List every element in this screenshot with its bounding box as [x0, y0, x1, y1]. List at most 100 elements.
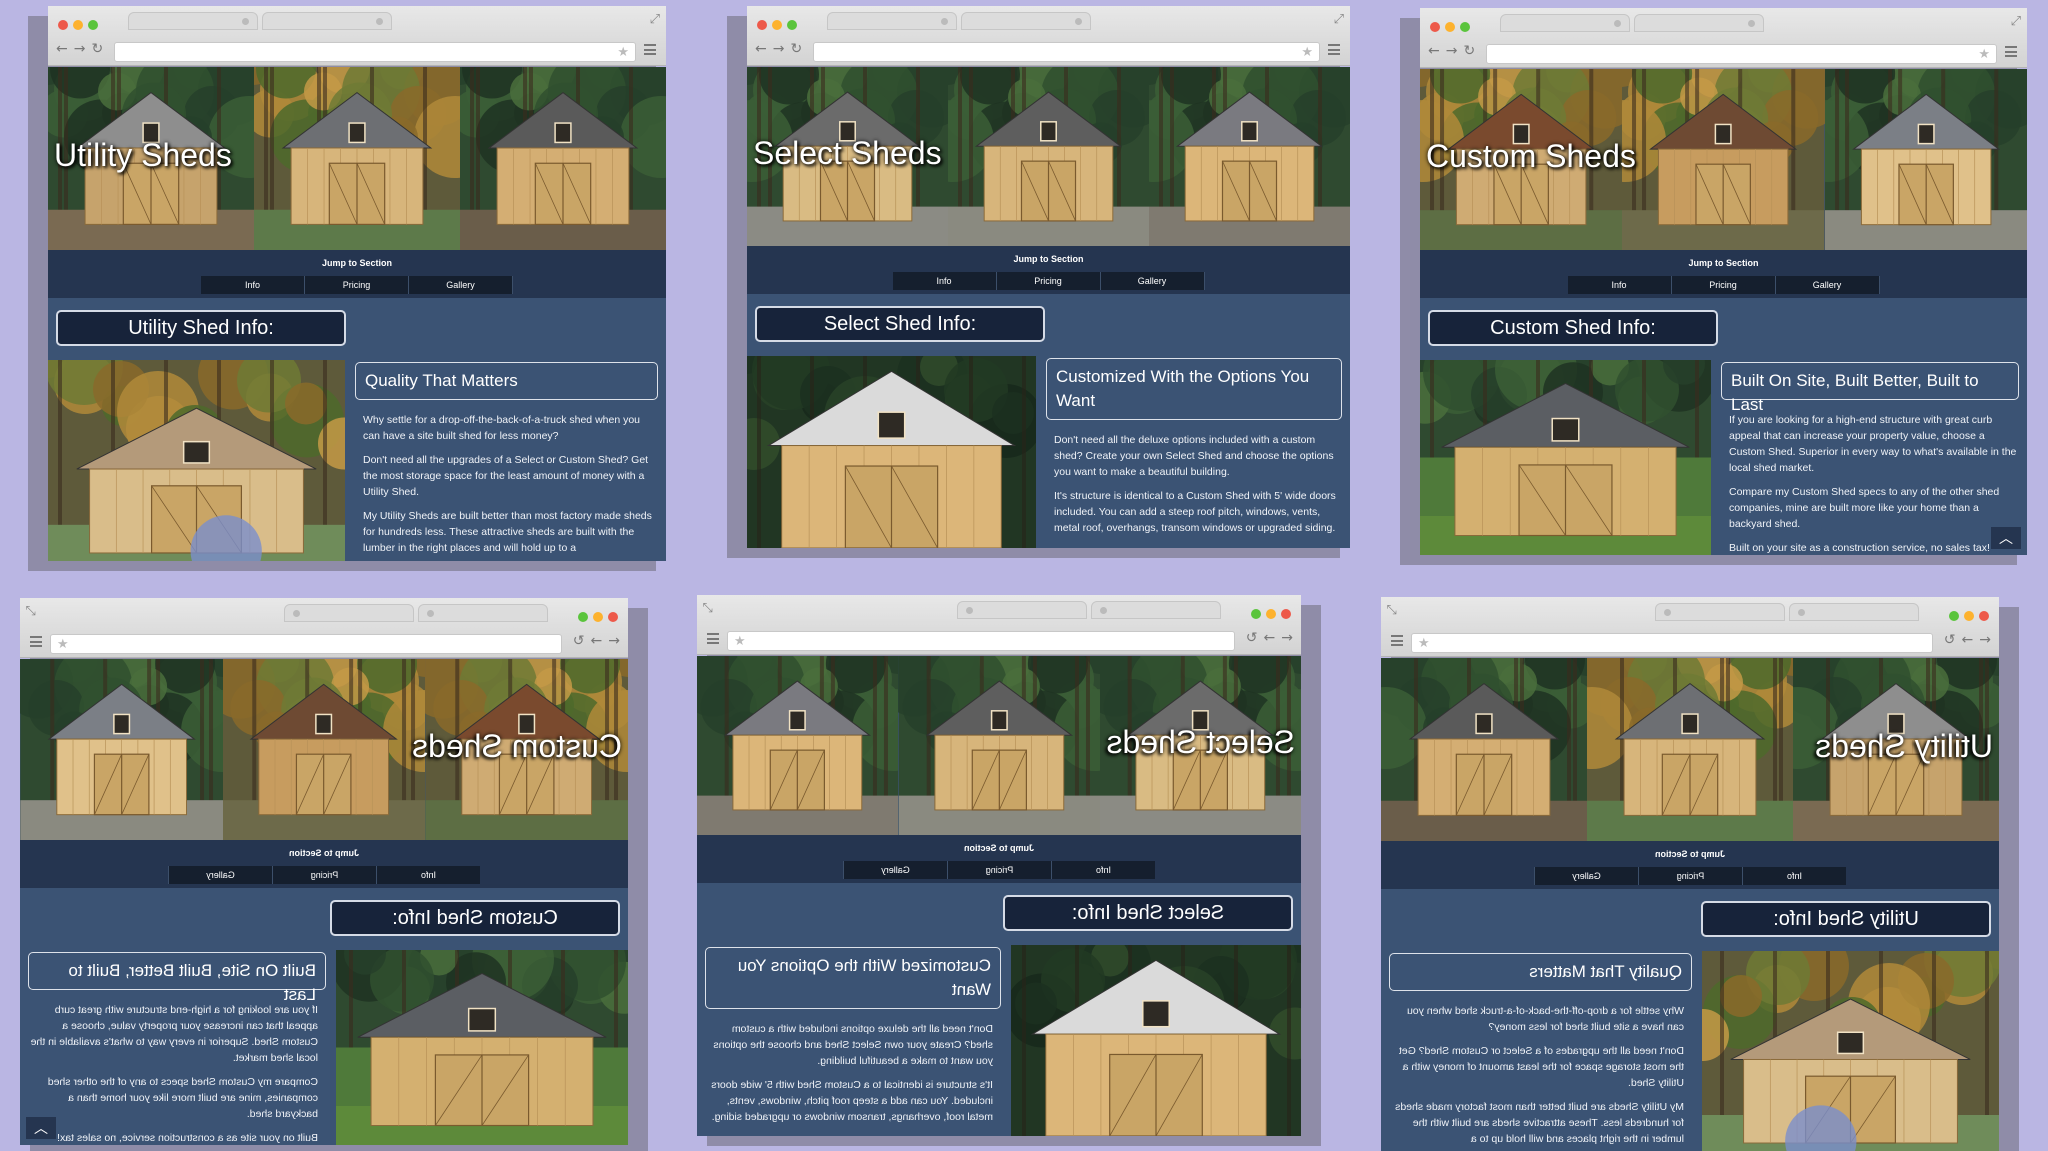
tab-gallery[interactable]: Gallery — [409, 276, 513, 294]
address-bar[interactable]: ★ — [1411, 633, 1933, 653]
browser-tab[interactable] — [418, 604, 548, 622]
tab-gallery[interactable]: Gallery — [168, 866, 272, 884]
back-arrow-icon[interactable]: ← — [1428, 44, 1440, 58]
forward-arrow-icon[interactable]: → — [74, 42, 86, 56]
reload-icon[interactable]: ↻ — [91, 42, 103, 56]
section-heading: Custom Shed Info: — [1428, 310, 1718, 346]
maximize-icon[interactable] — [1949, 611, 1959, 621]
tab-info[interactable]: Info — [376, 866, 480, 884]
reload-icon[interactable]: ↻ — [1463, 44, 1475, 58]
bookmark-star-icon[interactable]: ★ — [1301, 43, 1313, 61]
browser-tab[interactable] — [1500, 14, 1630, 32]
section-heading: Select Shed Info: — [1003, 895, 1293, 931]
close-icon[interactable] — [757, 20, 767, 30]
menu-icon[interactable] — [644, 44, 656, 55]
resize-icon[interactable]: ⤢ — [650, 12, 660, 27]
tab-pricing[interactable]: Pricing — [1638, 867, 1742, 885]
back-arrow-icon[interactable]: ← — [1281, 630, 1293, 646]
close-icon[interactable] — [1430, 22, 1440, 32]
menu-icon[interactable] — [707, 633, 719, 644]
bookmark-star-icon[interactable]: ★ — [57, 635, 69, 653]
forward-arrow-icon[interactable]: → — [773, 42, 785, 56]
resize-icon[interactable]: ⤢ — [1387, 603, 1397, 618]
back-arrow-icon[interactable]: ← — [608, 633, 620, 649]
window-controls — [1430, 22, 1470, 32]
tab-info[interactable]: Info — [1742, 867, 1846, 885]
back-arrow-icon[interactable]: ← — [755, 42, 767, 56]
address-bar[interactable]: ★ — [813, 42, 1320, 62]
forward-arrow-icon[interactable]: → — [1962, 632, 1974, 648]
browser-tab[interactable] — [961, 12, 1091, 30]
tab-info[interactable]: Info — [1567, 276, 1672, 294]
menu-icon[interactable] — [1391, 635, 1403, 646]
minimize-icon[interactable] — [772, 20, 782, 30]
tab-gallery[interactable]: Gallery — [1534, 867, 1638, 885]
maximize-icon[interactable] — [578, 612, 588, 622]
browser-tab[interactable] — [1655, 603, 1785, 621]
web-page: Select Sheds Jump to Section Info Pricing Ga… — [747, 67, 1350, 548]
browser-tab[interactable] — [262, 12, 392, 30]
reload-icon[interactable]: ↻ — [1944, 632, 1956, 648]
maximize-icon[interactable] — [1251, 609, 1261, 619]
tab-pricing[interactable]: Pricing — [1671, 276, 1776, 294]
reload-icon[interactable]: ↻ — [790, 42, 802, 56]
tab-gallery[interactable]: Gallery — [843, 861, 947, 879]
tab-gallery[interactable]: Gallery — [1100, 272, 1205, 290]
resize-icon[interactable]: ⤢ — [703, 601, 713, 616]
resize-icon[interactable]: ⤢ — [2011, 14, 2021, 29]
bookmark-star-icon[interactable]: ★ — [1978, 45, 1990, 63]
forward-arrow-icon[interactable]: → — [1446, 44, 1458, 58]
resize-icon[interactable]: ⤢ — [26, 604, 36, 619]
jump-to-section-bar: Jump to Section Info Pricing Gallery — [747, 246, 1350, 294]
close-icon[interactable] — [608, 612, 618, 622]
tab-pricing[interactable]: Pricing — [996, 272, 1101, 290]
tab-pricing[interactable]: Pricing — [305, 276, 409, 294]
tab-pricing[interactable]: Pricing — [947, 861, 1051, 879]
menu-icon[interactable] — [2005, 46, 2017, 57]
tab-gallery[interactable]: Gallery — [1775, 276, 1880, 294]
section-tabs: Info Pricing Gallery — [1534, 867, 1846, 885]
bookmark-star-icon[interactable]: ★ — [734, 632, 746, 650]
bookmark-star-icon[interactable]: ★ — [1418, 634, 1430, 652]
tab-info[interactable]: Info — [892, 272, 997, 290]
bookmark-star-icon[interactable]: ★ — [617, 43, 629, 61]
minimize-icon[interactable] — [1445, 22, 1455, 32]
address-bar[interactable]: ★ — [1486, 44, 1997, 64]
maximize-icon[interactable] — [1460, 22, 1470, 32]
browser-tab[interactable] — [128, 12, 258, 30]
close-icon[interactable] — [1979, 611, 1989, 621]
scroll-top-chevron-icon[interactable]: ︿ — [26, 1117, 56, 1139]
resize-icon[interactable]: ⤢ — [1334, 12, 1344, 27]
tab-info[interactable]: Info — [201, 276, 305, 294]
reload-icon[interactable]: ↻ — [1246, 630, 1258, 646]
browser-tab[interactable] — [827, 12, 957, 30]
browser-tab[interactable] — [1789, 603, 1919, 621]
browser-tab[interactable] — [957, 601, 1087, 619]
close-icon[interactable] — [58, 20, 68, 30]
back-arrow-icon[interactable]: ← — [1979, 632, 1991, 648]
menu-icon[interactable] — [1328, 44, 1340, 55]
browser-tab[interactable] — [1091, 601, 1221, 619]
minimize-icon[interactable] — [1964, 611, 1974, 621]
minimize-icon[interactable] — [73, 20, 83, 30]
back-arrow-icon[interactable]: ← — [56, 42, 68, 56]
tab-pricing[interactable]: Pricing — [272, 866, 376, 884]
tab-info[interactable]: Info — [1051, 861, 1155, 879]
close-icon[interactable] — [1281, 609, 1291, 619]
forward-arrow-icon[interactable]: → — [591, 633, 603, 649]
section-tabs: Info Pricing Gallery — [843, 861, 1155, 879]
browser-tab[interactable] — [1634, 14, 1764, 32]
menu-icon[interactable] — [30, 636, 42, 647]
reload-icon[interactable]: ↻ — [573, 633, 585, 649]
scroll-top-chevron-icon[interactable]: ︿ — [1991, 527, 2021, 549]
browser-tab[interactable] — [284, 604, 414, 622]
address-bar[interactable]: ★ — [114, 42, 636, 62]
address-bar[interactable]: ★ — [50, 634, 562, 654]
forward-arrow-icon[interactable]: → — [1264, 630, 1276, 646]
minimize-icon[interactable] — [1266, 609, 1276, 619]
address-bar[interactable]: ★ — [727, 631, 1235, 651]
maximize-icon[interactable] — [88, 20, 98, 30]
browser-toolbar: ⤢ ← → ↻ ★ — [1381, 597, 1999, 657]
minimize-icon[interactable] — [593, 612, 603, 622]
maximize-icon[interactable] — [787, 20, 797, 30]
